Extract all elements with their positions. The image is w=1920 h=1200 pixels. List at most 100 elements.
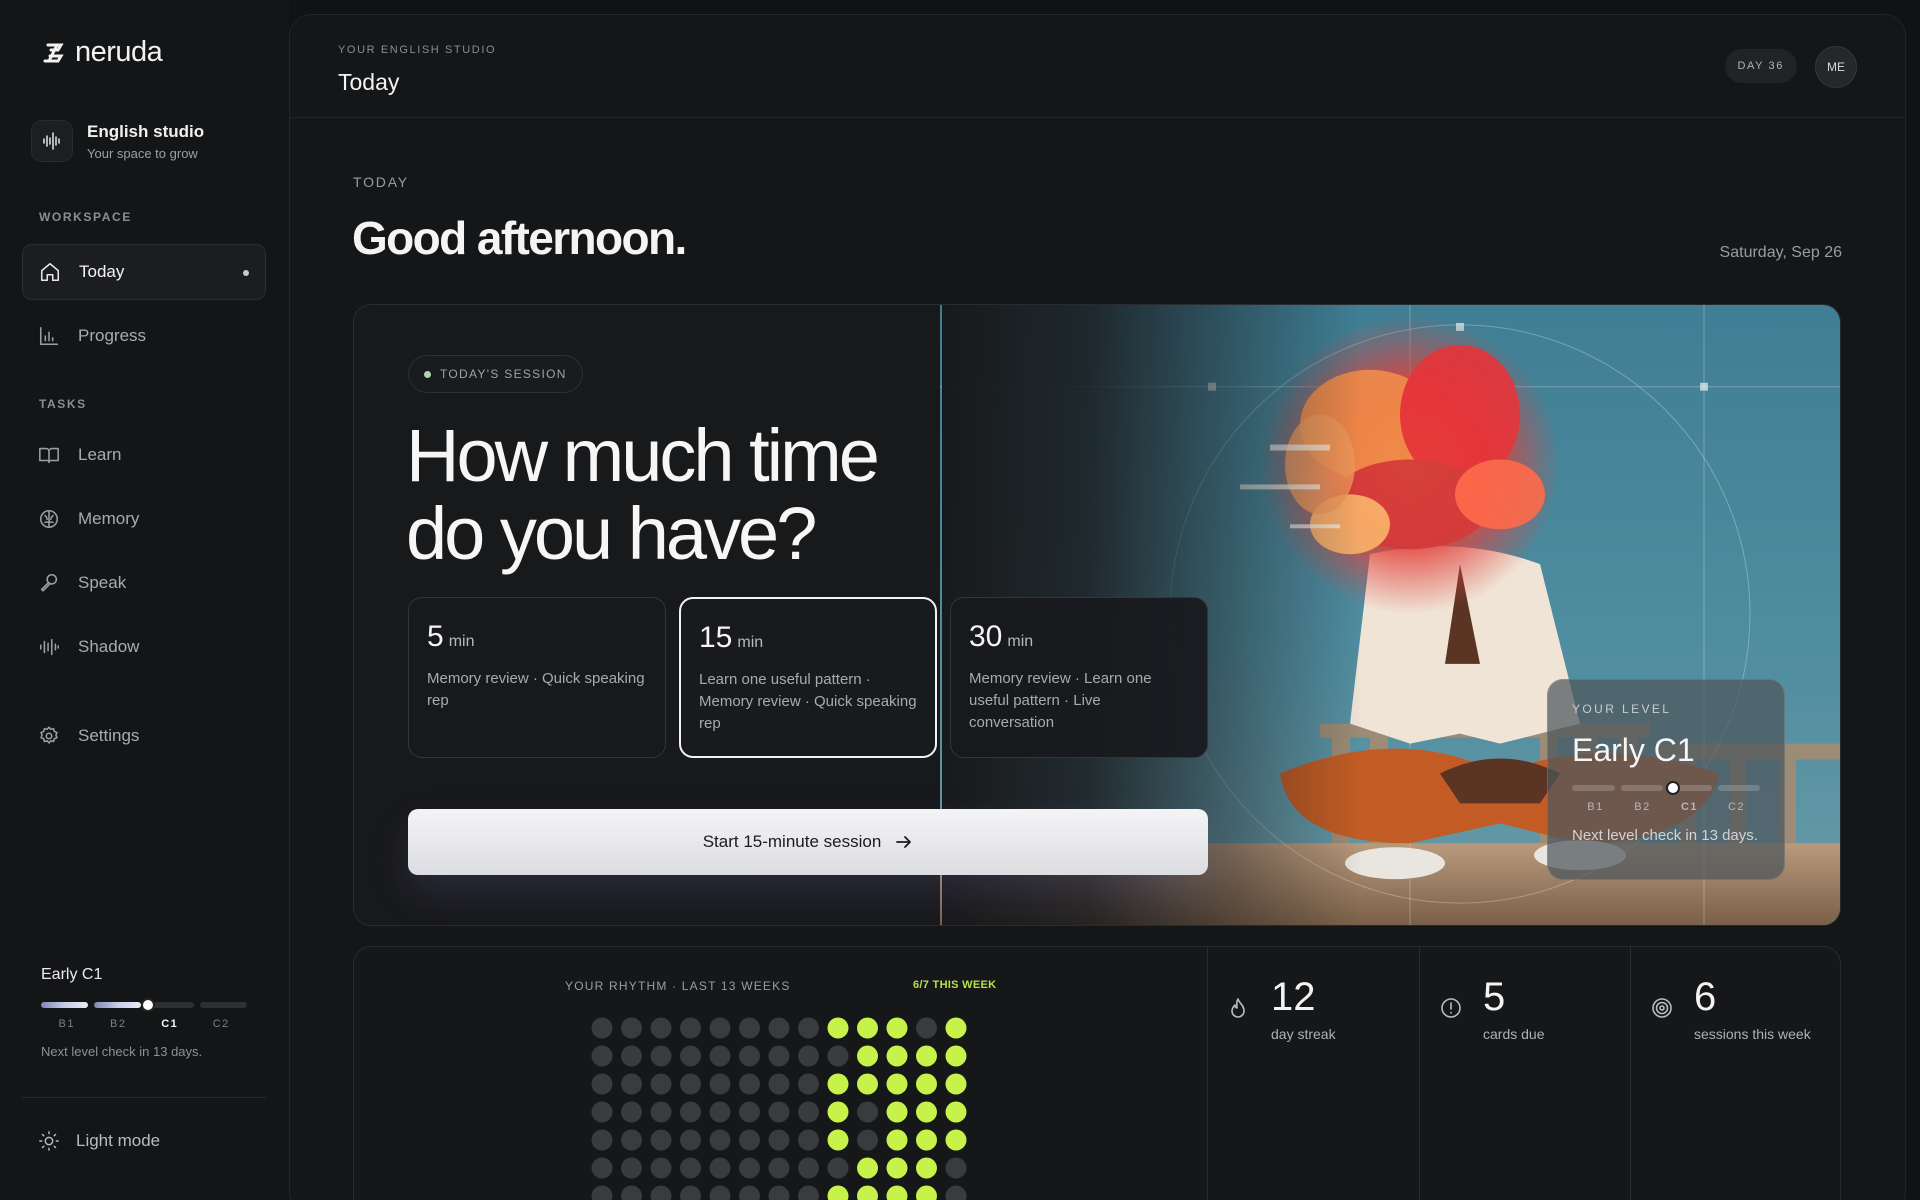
flame-icon [1231, 998, 1245, 1018]
hero-question-line: do you have? [406, 492, 817, 575]
rhythm-day-active [916, 1157, 937, 1179]
level-segment [1717, 785, 1760, 791]
time-option-15[interactable]: 15 min Learn one useful pattern · Memory … [679, 597, 937, 758]
topbar: YOUR ENGLISH STUDIO Today DAY 36 ME [290, 15, 1905, 118]
rhythm-day [709, 1073, 731, 1095]
rhythm-day [650, 1073, 672, 1095]
level-segment [94, 1002, 141, 1008]
arrow-right-icon [896, 836, 912, 848]
rhythm-day-active [857, 1185, 878, 1200]
option-description: Learn one useful pattern · Memory review… [699, 671, 917, 732]
sidebar: neruda English studio Your space to grow… [0, 0, 289, 1200]
option-unit: min [737, 634, 764, 651]
target-icon [1652, 998, 1672, 1018]
sidebar-item-speak[interactable]: Speak [22, 555, 266, 611]
sun-icon [39, 1131, 59, 1151]
rhythm-day [827, 1157, 849, 1179]
rhythm-day-active [886, 1129, 908, 1151]
rhythm-day-active [916, 1045, 937, 1067]
rhythm-day [680, 1045, 701, 1067]
level-card-eyebrow: YOUR LEVEL [1572, 702, 1672, 716]
level-tick-current: C1 [161, 1018, 179, 1030]
start-session-label: Start 15-minute session [702, 832, 882, 851]
sidebar-item-label: Progress [78, 326, 147, 345]
day-counter-badge: DAY 36 [1724, 49, 1797, 83]
level-ticks: B1 B2 C1 C2 [1572, 801, 1760, 813]
level-tick: C2 [1727, 801, 1746, 813]
rhythm-day [739, 1017, 760, 1039]
sidebar-item-progress[interactable]: Progress [22, 308, 266, 364]
level-progress [41, 998, 247, 1012]
rhythm-day [591, 1073, 613, 1095]
divider [22, 1097, 266, 1098]
session-pill-label: TODAY'S SESSION [440, 367, 567, 381]
studio-switcher[interactable]: English studio Your space to grow [31, 120, 204, 162]
rhythm-day [680, 1157, 701, 1179]
rhythm-day [768, 1073, 790, 1095]
option-unit: min [1007, 633, 1034, 650]
rhythm-day-active [827, 1017, 849, 1039]
rhythm-day-active [916, 1129, 937, 1151]
sidebar-item-today[interactable]: Today [22, 244, 266, 300]
rhythm-day [621, 1129, 642, 1151]
rhythm-day [798, 1045, 819, 1067]
rhythm-day [621, 1185, 642, 1200]
rhythm-day-active [916, 1073, 937, 1095]
sidebar-item-learn[interactable]: Learn [22, 427, 266, 483]
sidebar-level: Early C1 B1 B2 C1 C2 Next level check in… [41, 966, 247, 1059]
sidebar-item-label: Settings [78, 726, 140, 745]
rhythm-day [650, 1185, 672, 1200]
stat-sessions: 6 sessions this week [1630, 947, 1840, 1200]
rhythm-grid [591, 1017, 967, 1200]
main-panel: YOUR ENGLISH STUDIO Today DAY 36 ME TODA… [289, 14, 1906, 1200]
greeting: Good afternoon. [352, 212, 687, 264]
stat-streak: 12 day streak [1207, 947, 1419, 1200]
time-option-30[interactable]: 30 min Memory review · Learn one useful p… [950, 597, 1208, 758]
rhythm-day [709, 1017, 731, 1039]
sidebar-item-label: Memory [78, 509, 140, 528]
rhythm-day [768, 1101, 790, 1123]
rhythm-day [680, 1185, 701, 1200]
tasks-section-label: TASKS [39, 397, 87, 411]
rhythm-day [798, 1101, 819, 1123]
rhythm-day [680, 1101, 701, 1123]
rhythm-day [768, 1017, 790, 1039]
sidebar-item-settings[interactable]: Settings [22, 708, 266, 764]
avatar[interactable]: ME [1815, 46, 1857, 88]
hero-question-line: How much time [406, 414, 880, 497]
rhythm-day-active [886, 1017, 908, 1039]
rhythm-day [680, 1073, 701, 1095]
light-mode-toggle[interactable]: Light mode [38, 1130, 160, 1152]
rhythm-day [768, 1157, 790, 1179]
option-unit: min [448, 633, 475, 650]
level-ticks: B1 B2 C1 C2 [41, 1018, 247, 1030]
level-segment [41, 1002, 88, 1008]
start-session-button[interactable]: Start 15-minute session [408, 809, 1208, 875]
active-indicator [243, 270, 249, 276]
rhythm-day [621, 1017, 642, 1039]
rhythm-day [798, 1129, 819, 1151]
rhythm-day [621, 1045, 642, 1067]
rhythm-day-active [945, 1129, 967, 1151]
rhythm-day [650, 1101, 672, 1123]
time-option-5[interactable]: 5 min Memory review · Quick speaking rep [408, 597, 666, 758]
logo[interactable]: neruda [41, 36, 163, 69]
sidebar-item-memory[interactable]: Memory [22, 491, 266, 547]
level-tick: B1 [1587, 801, 1604, 813]
rhythm-day-active [945, 1101, 967, 1123]
level-segment [1572, 785, 1615, 791]
sidebar-item-shadow[interactable]: Shadow [22, 619, 266, 675]
rhythm-day-active [945, 1073, 967, 1095]
level-card-title: Early C1 [1572, 732, 1695, 768]
rhythm-day [591, 1129, 613, 1151]
option-description: Memory review · Quick speaking rep [427, 670, 645, 709]
rhythm-day-active [886, 1101, 908, 1123]
rhythm-day-active [827, 1185, 849, 1200]
level-tick: B2 [110, 1018, 127, 1030]
rhythm-day [798, 1157, 819, 1179]
rhythm-day [739, 1101, 760, 1123]
rhythm-day [591, 1045, 613, 1067]
home-icon [40, 262, 60, 282]
rhythm-day-active [886, 1185, 908, 1200]
alert-circle-icon [1441, 998, 1461, 1018]
